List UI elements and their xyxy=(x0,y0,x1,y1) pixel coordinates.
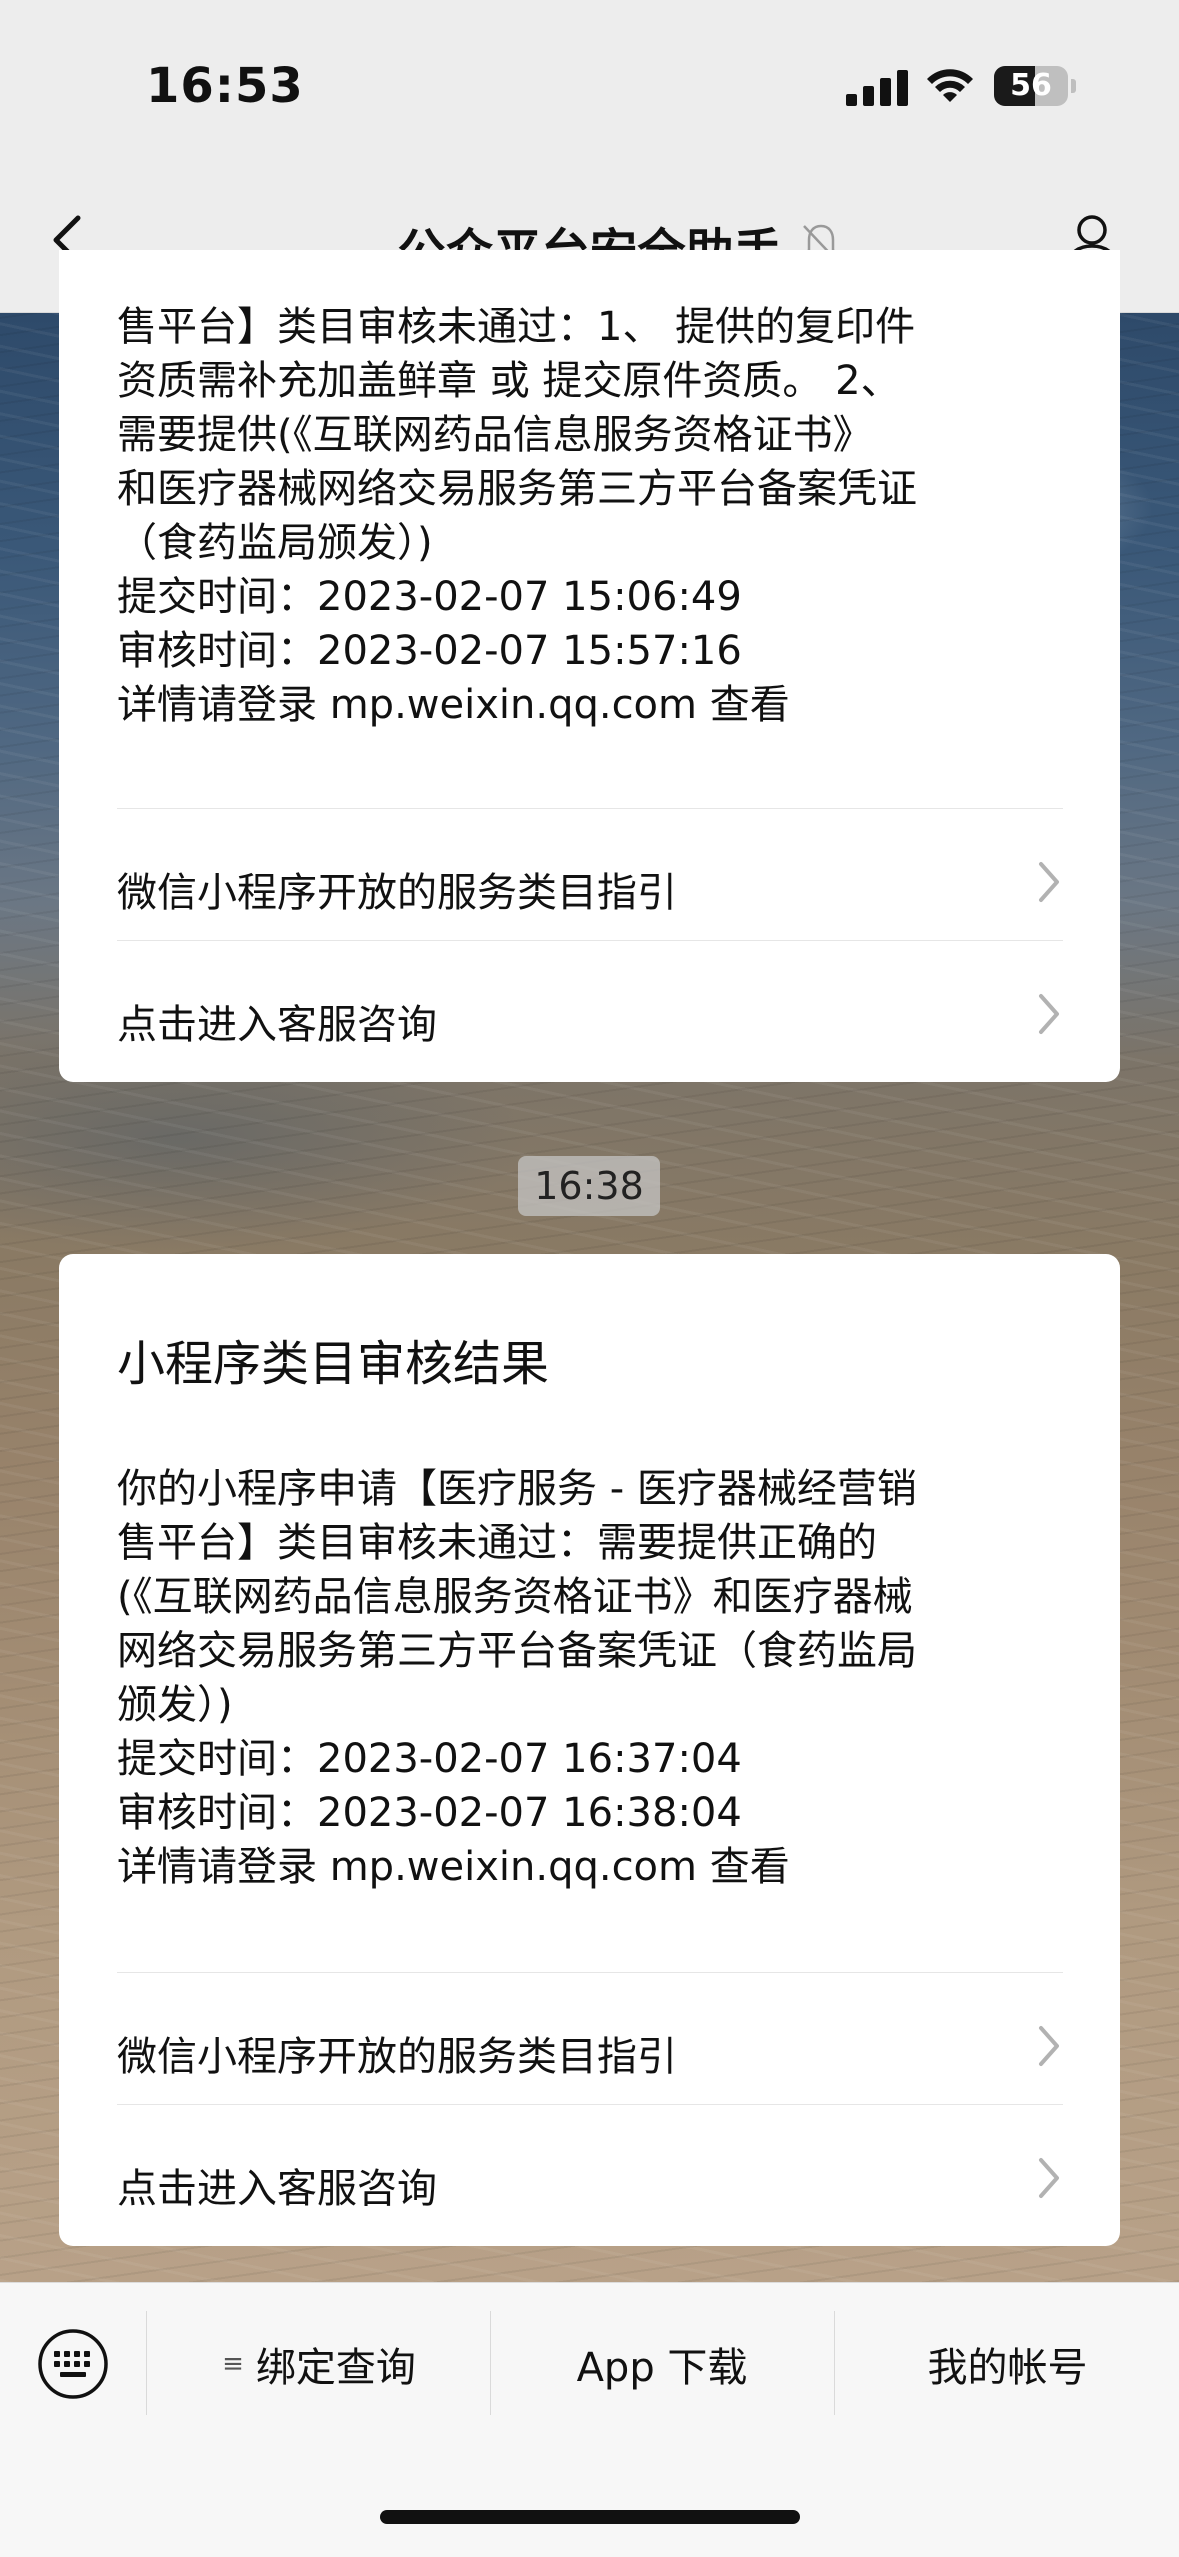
cellular-signal-icon xyxy=(846,70,908,106)
divider xyxy=(146,2311,147,2415)
menu-bind-query[interactable]: ≡ 绑定查询 xyxy=(148,2283,490,2445)
status-time: 16:53 xyxy=(146,58,304,114)
service-category-guide-link[interactable]: 微信小程序开放的服务类目指引 xyxy=(117,1980,1063,2112)
status-bar: 16:53 56 xyxy=(0,0,1179,170)
divider xyxy=(117,808,1063,809)
chevron-right-icon xyxy=(1039,994,1059,1034)
customer-service-link[interactable]: 点击进入客服咨询 xyxy=(117,948,1063,1080)
divider xyxy=(117,940,1063,941)
chevron-right-icon xyxy=(1039,2026,1059,2066)
keyboard-icon[interactable] xyxy=(36,2327,110,2401)
message-card: 小程序类目审核结果 你的小程序申请【医疗服务 - 医疗器械经营销 售平台】类目审… xyxy=(59,1254,1120,2246)
message-title: 小程序类目审核结果 xyxy=(117,1336,550,1392)
battery-level: 56 xyxy=(1010,68,1052,103)
menu-lines-icon: ≡ xyxy=(222,2349,244,2379)
wifi-icon xyxy=(927,69,973,102)
customer-service-link[interactable]: 点击进入客服咨询 xyxy=(117,2112,1063,2244)
message-body: 售平台】类目审核未通过：1、 提供的复印件 资质需补充加盖鲜章 或 提交原件资质… xyxy=(117,304,917,728)
menu-my-account[interactable]: 我的帐号 xyxy=(836,2283,1179,2445)
divider xyxy=(117,1972,1063,1973)
home-indicator[interactable] xyxy=(380,2510,800,2524)
message-body: 你的小程序申请【医疗服务 - 医疗器械经营销 售平台】类目审核未通过：需要提供正… xyxy=(117,1466,917,1890)
service-category-guide-link[interactable]: 微信小程序开放的服务类目指引 xyxy=(117,816,1063,948)
message-timestamp: 16:38 xyxy=(518,1156,660,1216)
message-card: 售平台】类目审核未通过：1、 提供的复印件 资质需补充加盖鲜章 或 提交原件资质… xyxy=(59,250,1120,1082)
menu-app-download[interactable]: App 下载 xyxy=(492,2283,832,2445)
divider xyxy=(834,2311,835,2415)
divider xyxy=(117,2104,1063,2105)
chevron-right-icon xyxy=(1039,2158,1059,2198)
chevron-right-icon xyxy=(1039,862,1059,902)
battery-icon: 56 xyxy=(994,66,1078,106)
divider xyxy=(490,2311,491,2415)
